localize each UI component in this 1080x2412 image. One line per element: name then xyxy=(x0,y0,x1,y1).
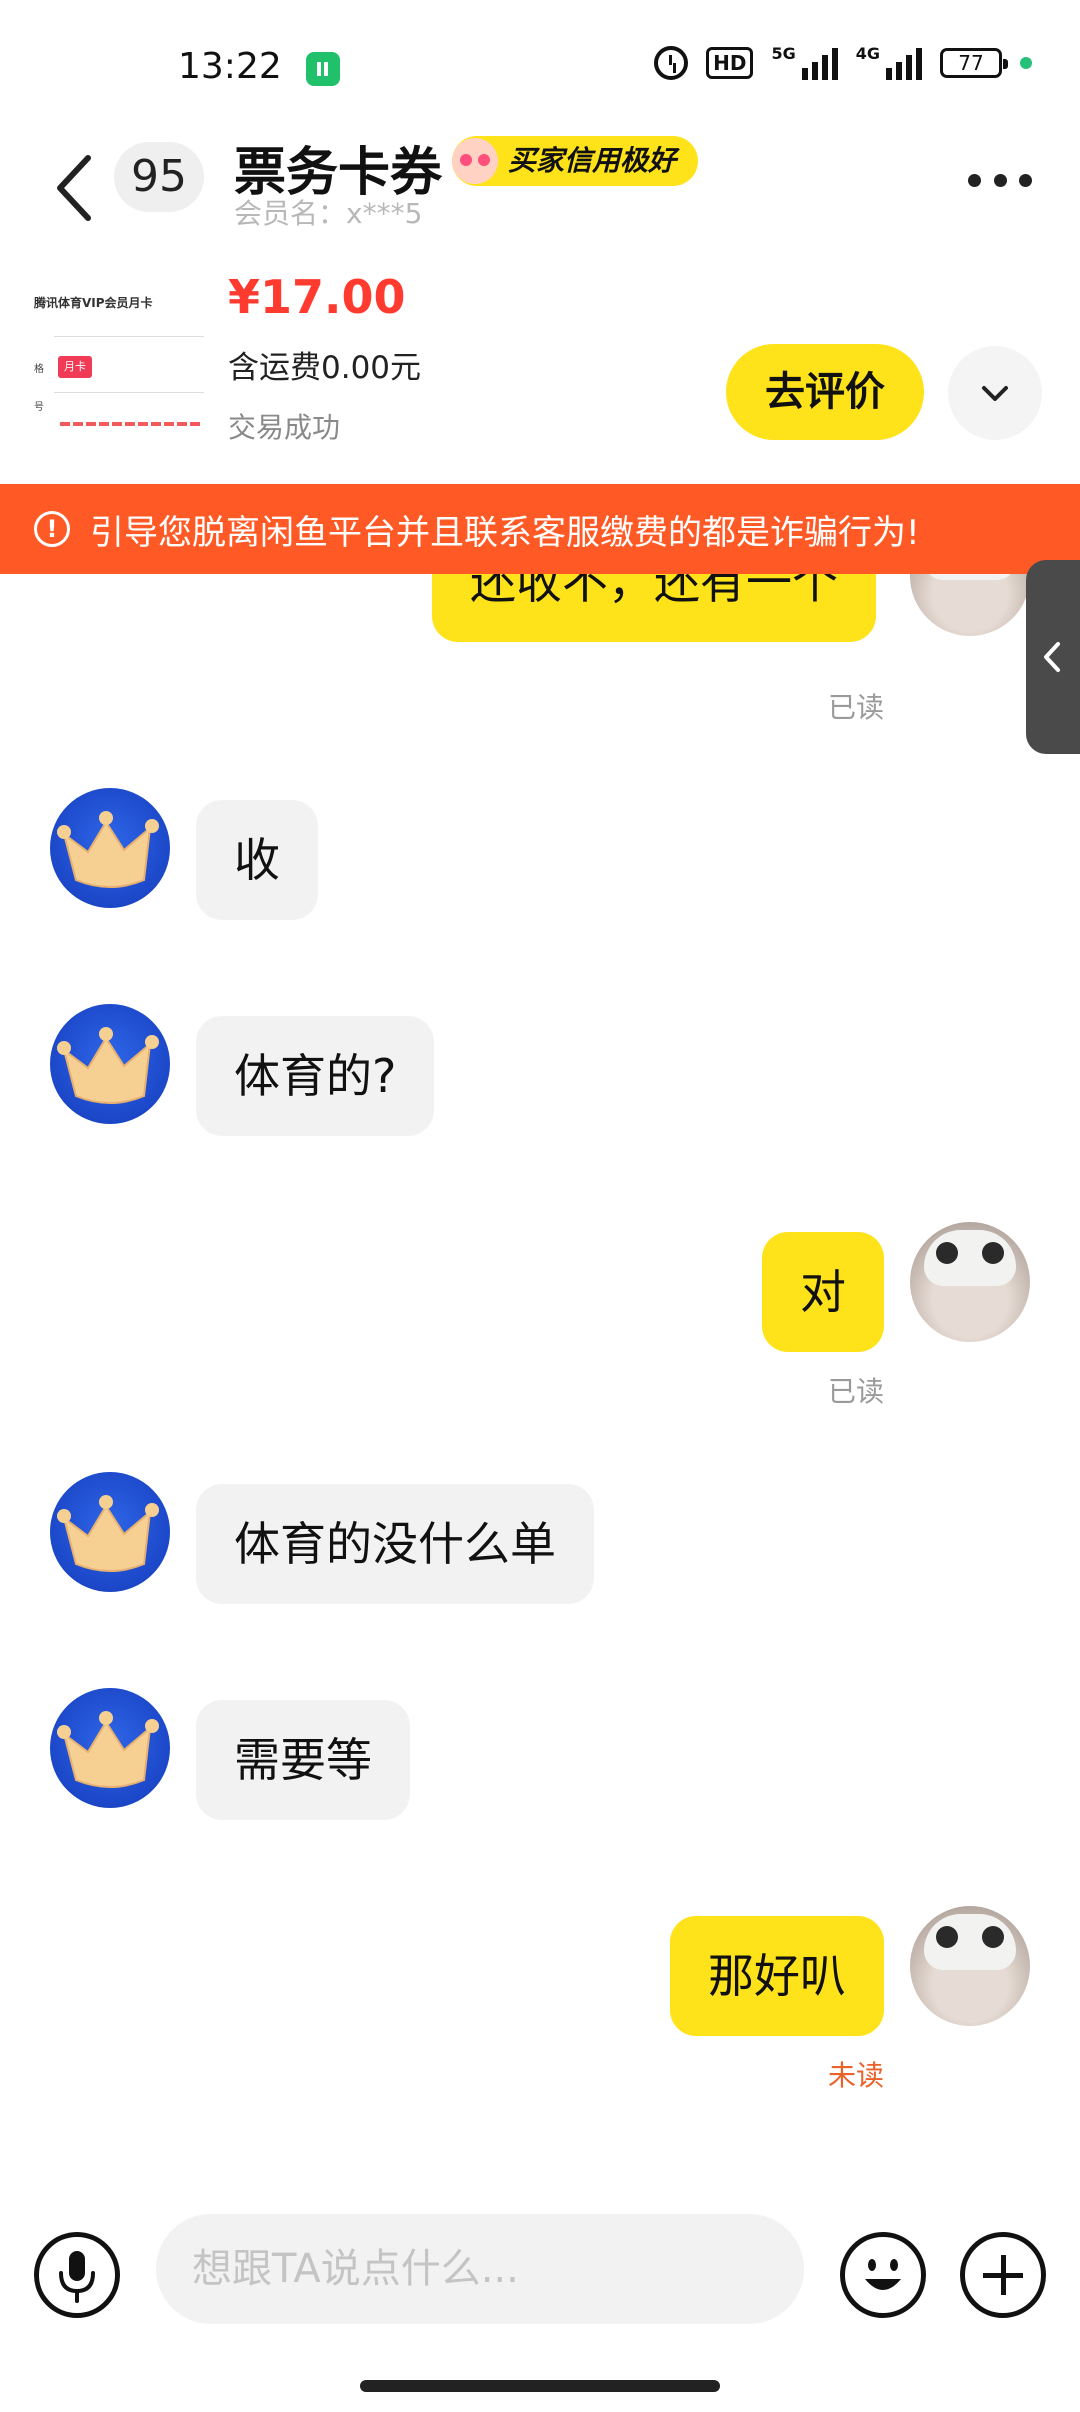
signal-4g-icon: 4G xyxy=(856,46,922,80)
read-status: 已读 xyxy=(827,691,884,724)
unread-count-badge: 95 xyxy=(114,142,204,212)
review-button[interactable]: 去评价 xyxy=(726,344,924,440)
chat-message-list[interactable]: 还收不，还有一个 已读 收 体育的? 对 已读 体育的没什么单 需要等 那好叭 … xyxy=(0,574,1080,2214)
more-button[interactable] xyxy=(968,160,1032,200)
message-input[interactable] xyxy=(156,2214,804,2324)
crown-icon xyxy=(57,811,159,888)
message-bubble-out[interactable]: 还收不，还有一个 xyxy=(432,574,876,642)
chat-header: 95 票务卡券 买家信用极好 会员名：x***5 xyxy=(0,130,1080,250)
thumbnail-title: 腾讯体育VIP会员月卡 xyxy=(34,296,153,310)
warning-circle-icon: ! xyxy=(34,511,70,547)
warning-text: 引导您脱离闲鱼平台并且联系客服缴费的都是诈骗行为! xyxy=(90,512,920,553)
plus-button[interactable] xyxy=(960,2232,1046,2318)
crown-icon xyxy=(57,1027,159,1104)
message-bubble-in[interactable]: 体育的没什么单 xyxy=(196,1484,594,1604)
home-indicator[interactable] xyxy=(360,2380,720,2392)
back-button[interactable] xyxy=(48,148,98,228)
thumbnail-tag: 月卡 xyxy=(58,356,92,378)
back-arrow-icon xyxy=(57,155,91,221)
crown-icon xyxy=(57,1495,159,1572)
hd-icon: HD xyxy=(706,47,754,79)
member-name: 会员名：x***5 xyxy=(234,197,423,230)
crown-icon xyxy=(57,1711,159,1788)
microphone-icon xyxy=(59,2251,95,2303)
message-bubble-in[interactable]: 收 xyxy=(196,800,318,920)
message-bubble-out[interactable]: 对 xyxy=(762,1232,884,1352)
contact-avatar[interactable] xyxy=(50,788,170,908)
privacy-dot-icon xyxy=(1020,57,1032,69)
product-card[interactable]: 腾讯体育VIP会员月卡 格 月卡 号 ¥17.00 含运费0.00元 交易成功 … xyxy=(0,260,1080,482)
credit-badge[interactable]: 买家信用极好 xyxy=(452,136,699,186)
my-avatar[interactable] xyxy=(910,1906,1030,2026)
message-bubble-out[interactable]: 那好叭 xyxy=(670,1916,884,2036)
chevron-down-icon xyxy=(982,386,1008,401)
contact-avatar[interactable] xyxy=(50,1688,170,1808)
contact-avatar[interactable] xyxy=(50,1004,170,1124)
smiley-icon xyxy=(865,2259,901,2290)
trade-status: 交易成功 xyxy=(228,411,341,444)
status-time: 13:22 xyxy=(178,46,282,87)
signal-5g-icon: 5G xyxy=(771,46,838,80)
message-bubble-in[interactable]: 需要等 xyxy=(196,1700,410,1820)
status-indicators: HD 5G 4G 77 xyxy=(654,46,1032,80)
message-bubble-in[interactable]: 体育的? xyxy=(196,1016,435,1136)
side-panel-handle[interactable] xyxy=(1026,560,1080,754)
credit-badge-label: 买家信用极好 xyxy=(508,144,677,177)
product-thumbnail[interactable]: 腾讯体育VIP会员月卡 格 月卡 号 xyxy=(34,276,204,446)
battery-icon: 77 xyxy=(940,48,1008,78)
message-input-bar xyxy=(0,2214,1080,2344)
app-notification-icon xyxy=(306,52,340,86)
emoji-button[interactable] xyxy=(840,2232,926,2318)
expand-button[interactable] xyxy=(948,346,1042,440)
read-status: 已读 xyxy=(827,1375,884,1408)
heart-eyes-icon xyxy=(452,138,498,184)
contact-avatar[interactable] xyxy=(50,1472,170,1592)
more-dots-icon xyxy=(968,173,981,187)
status-bar: 13:22 HD 5G 4G 77 xyxy=(0,0,1080,140)
alarm-icon xyxy=(654,46,689,80)
unread-status: 未读 xyxy=(827,2059,884,2092)
chevron-left-icon xyxy=(1044,642,1060,672)
voice-button[interactable] xyxy=(34,2232,120,2318)
fraud-warning-banner: ! 引导您脱离闲鱼平台并且联系客服缴费的都是诈骗行为! xyxy=(0,484,1080,574)
product-shipping: 含运费0.00元 xyxy=(228,350,422,386)
my-avatar[interactable] xyxy=(910,574,1030,636)
product-price: ¥17.00 xyxy=(228,270,406,324)
my-avatar[interactable] xyxy=(910,1222,1030,1342)
